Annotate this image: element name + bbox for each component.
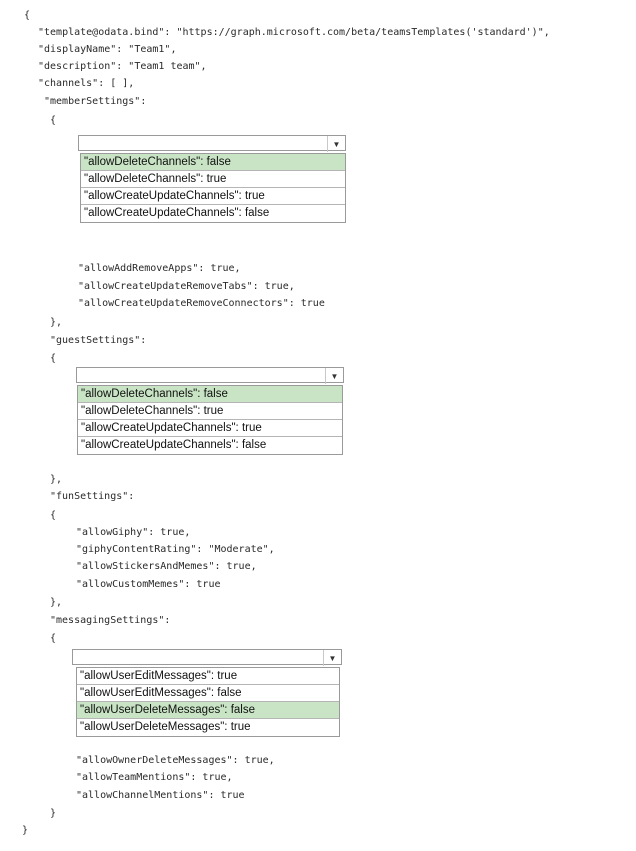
messaging-settings-dropdown[interactable]: ▼ "allowUserEditMessages": true "allowUs… [72, 649, 342, 743]
member-settings-options: "allowDeleteChannels": false "allowDelet… [80, 153, 346, 223]
dropdown-option[interactable]: "allowUserEditMessages": true [77, 668, 339, 685]
allow-tabs-line: "allowCreateUpdateRemoveTabs": true, [78, 281, 295, 292]
dropdown-option[interactable]: "allowUserDeleteMessages": true [77, 719, 339, 736]
allow-owner-delete-line: "allowOwnerDeleteMessages": true, [76, 755, 275, 766]
channels-line: "channels": [ ], [38, 78, 135, 89]
messaging-settings-key: "messagingSettings": [50, 615, 171, 626]
json-close-brace: } [22, 825, 29, 836]
chevron-down-icon[interactable]: ▼ [327, 136, 345, 152]
guest-settings-select[interactable]: ▼ [76, 367, 344, 384]
dropdown-option[interactable]: "allowCreateUpdateChannels": true [78, 420, 342, 437]
messaging-settings-options: "allowUserEditMessages": true "allowUser… [76, 667, 340, 737]
messaging-settings-select[interactable]: ▼ [72, 649, 342, 666]
allow-connectors-line: "allowCreateUpdateRemoveConnectors": tru… [78, 298, 325, 309]
chevron-down-icon[interactable]: ▼ [325, 368, 343, 384]
allow-team-mentions-line: "allowTeamMentions": true, [76, 772, 233, 783]
guest-settings-options: "allowDeleteChannels": false "allowDelet… [77, 385, 343, 455]
member-settings-dropdown[interactable]: ▼ "allowDeleteChannels": false "allowDel… [78, 135, 346, 225]
member-settings-close-brace: }, [50, 317, 63, 328]
fun-settings-close-brace: }, [50, 597, 63, 608]
allow-custom-memes-line: "allowCustomMemes": true [76, 579, 221, 590]
messaging-settings-close-brace: } [50, 808, 57, 819]
guest-settings-key: "guestSettings": [50, 335, 147, 346]
template-bind-line: "template@odata.bind": "https://graph.mi… [38, 27, 550, 38]
fun-settings-key: "funSettings": [50, 491, 135, 502]
guest-settings-close-brace: }, [50, 474, 63, 485]
dropdown-option[interactable]: "allowCreateUpdateChannels": false [81, 205, 345, 222]
json-open-brace: { [24, 10, 31, 21]
dropdown-option[interactable]: "allowDeleteChannels": true [81, 171, 345, 188]
dropdown-option[interactable]: "allowCreateUpdateChannels": true [81, 188, 345, 205]
guest-settings-dropdown[interactable]: ▼ "allowDeleteChannels": false "allowDel… [76, 367, 344, 459]
dropdown-option[interactable]: "allowDeleteChannels": false [81, 154, 345, 171]
allow-channel-mentions-line: "allowChannelMentions": true [76, 790, 245, 801]
fun-settings-open-brace: { [50, 510, 57, 521]
giphy-rating-line: "giphyContentRating": "Moderate", [76, 544, 275, 555]
allow-giphy-line: "allowGiphy": true, [76, 527, 191, 538]
description-line: "description": "Team1 team", [38, 61, 207, 72]
dropdown-option[interactable]: "allowCreateUpdateChannels": false [78, 437, 342, 454]
chevron-down-icon[interactable]: ▼ [323, 650, 341, 666]
messaging-settings-open-brace: { [50, 633, 57, 644]
dropdown-option[interactable]: "allowUserDeleteMessages": false [77, 702, 339, 719]
allow-add-remove-apps-line: "allowAddRemoveApps": true, [78, 263, 241, 274]
guest-settings-open-brace: { [50, 353, 57, 364]
member-settings-open-brace: { [50, 115, 57, 126]
member-settings-key: "memberSettings": [44, 96, 147, 107]
dropdown-option[interactable]: "allowDeleteChannels": true [78, 403, 342, 420]
dropdown-option[interactable]: "allowDeleteChannels": false [78, 386, 342, 403]
dropdown-option[interactable]: "allowUserEditMessages": false [77, 685, 339, 702]
allow-stickers-line: "allowStickersAndMemes": true, [76, 561, 257, 572]
member-settings-select[interactable]: ▼ [78, 135, 346, 152]
display-name-line: "displayName": "Team1", [38, 44, 177, 55]
